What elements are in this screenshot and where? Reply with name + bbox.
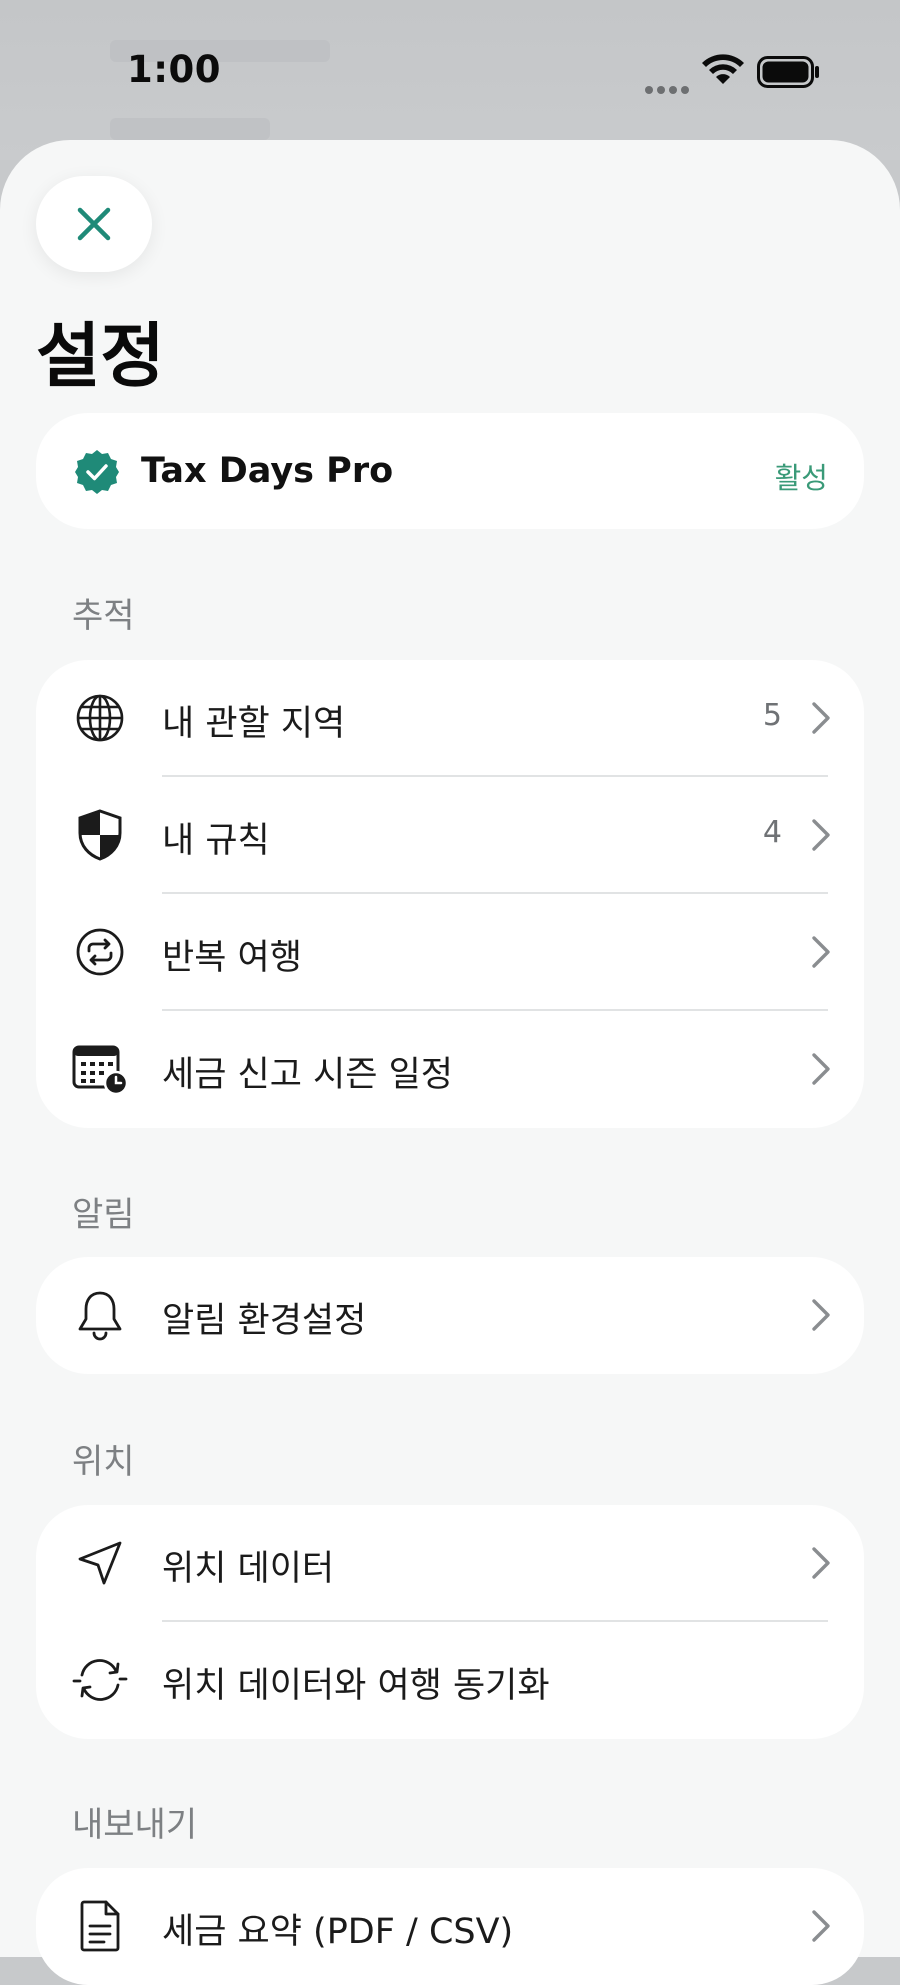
- list-item-label: 세금 요약 (PDF / CSV): [162, 1912, 514, 1952]
- close-button[interactable]: [36, 176, 152, 272]
- list-item-tax-season-schedule[interactable]: 세금 신고 시즌 일정: [36, 1011, 864, 1128]
- chevron-right-icon: [812, 819, 830, 851]
- list-item-recurring-trips[interactable]: 반복 여행: [36, 894, 864, 1011]
- list-item-label: 내 관할 지역: [162, 704, 346, 744]
- section-header-tracking: 추적: [72, 596, 135, 636]
- document-icon: [72, 1898, 128, 1954]
- export-card: 세금 요약 (PDF / CSV): [36, 1868, 864, 1985]
- globe-icon: [72, 690, 128, 746]
- chevron-right-icon: [812, 1053, 830, 1085]
- chevron-right-icon: [812, 1547, 830, 1579]
- list-item-label: 반복 여행: [162, 938, 302, 978]
- location-card: 위치 데이터 위치 데이터와 여행 동기화: [36, 1505, 864, 1739]
- status-time: 1:00: [127, 48, 222, 91]
- pro-subscription-card[interactable]: Tax Days Pro 활성: [36, 413, 864, 529]
- section-header-notifications: 알림: [72, 1195, 135, 1235]
- chevron-right-icon: [812, 1299, 830, 1331]
- pro-status-badge: 활성: [774, 461, 828, 495]
- chevron-right-icon: [812, 702, 830, 734]
- tracking-card: 내 관할 지역 5 내 규칙 4 반복 여행 세금 신고 시즌 일정: [36, 660, 864, 1128]
- calendar-clock-icon: [72, 1041, 128, 1097]
- status-bar: 1:00: [0, 0, 900, 140]
- battery-icon: [757, 56, 819, 88]
- section-header-export: 내보내기: [72, 1805, 198, 1845]
- shield-icon: [72, 807, 128, 863]
- list-item-label: 알림 환경설정: [162, 1301, 367, 1341]
- wifi-icon: [702, 54, 744, 84]
- sync-icon: [72, 1652, 128, 1708]
- notifications-card: 알림 환경설정: [36, 1257, 864, 1374]
- close-icon: [77, 207, 111, 241]
- list-item-location-data[interactable]: 위치 데이터: [36, 1505, 864, 1622]
- list-item-count: 4: [762, 815, 782, 850]
- chevron-right-icon: [812, 936, 830, 968]
- list-item-count: 5: [762, 698, 782, 733]
- list-item-tax-summary-export[interactable]: 세금 요약 (PDF / CSV): [36, 1868, 864, 1985]
- list-item-sync-location-trips[interactable]: 위치 데이터와 여행 동기화: [36, 1622, 864, 1739]
- page-title: 설정: [36, 315, 165, 397]
- bell-icon: [72, 1287, 128, 1343]
- cellular-signal-icon: [645, 79, 693, 98]
- pro-plan-name: Tax Days Pro: [141, 451, 394, 491]
- list-item-label: 위치 데이터와 여행 동기화: [162, 1666, 550, 1706]
- list-item-jurisdictions[interactable]: 내 관할 지역 5: [36, 660, 864, 777]
- location-arrow-icon: [72, 1535, 128, 1591]
- section-header-location: 위치: [72, 1442, 135, 1482]
- chevron-right-icon: [812, 1910, 830, 1942]
- list-item-label: 위치 데이터: [162, 1549, 335, 1589]
- list-item-label: 내 규칙: [162, 821, 270, 861]
- verified-badge-icon: [75, 450, 119, 494]
- list-item-label: 세금 신고 시즌 일정: [162, 1055, 453, 1095]
- list-item-notification-preferences[interactable]: 알림 환경설정: [36, 1257, 864, 1374]
- repeat-icon: [72, 924, 128, 980]
- list-item-rules[interactable]: 내 규칙 4: [36, 777, 864, 894]
